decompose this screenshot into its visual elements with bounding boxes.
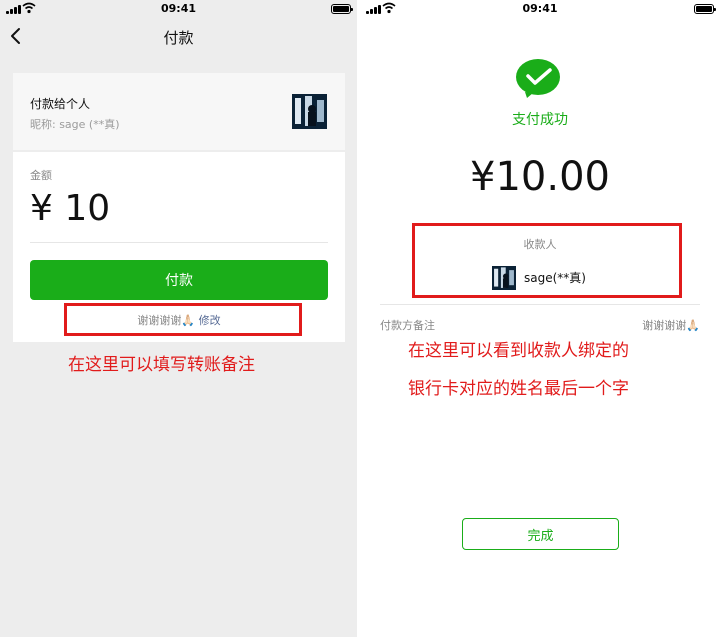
avatar [292,94,327,129]
paid-amount: ¥10.00 [470,154,610,200]
divider [30,242,328,243]
success-check-icon [516,59,560,98]
success-text: 支付成功 [512,112,568,128]
note-value: 谢谢谢谢🙏🏻 [642,319,700,332]
annotation-payee-line1: 在这里可以看到收款人绑定的 [408,341,629,361]
amount-input[interactable]: ¥ 10 [30,188,110,229]
payment-success-screen: 09:41 支付成功 ¥10.00 收款人 sage(**真) 付款方备注 谢谢… [360,0,720,637]
note-label: 付款方备注 [380,319,435,332]
pay-button[interactable]: 付款 [30,260,328,300]
annotation-payee-line2: 银行卡对应的姓名最后一个字 [408,379,629,399]
payee-label: 付款给个人 [30,97,91,111]
payee-nickname: 昵称: sage (**真) [30,118,120,131]
done-button[interactable]: 完成 [462,518,619,550]
page-title: 付款 [163,29,194,47]
battery-icon [694,4,716,14]
status-bar: 09:41 [360,0,720,18]
battery-icon [331,4,353,14]
divider [380,304,700,305]
payee-card: 付款给个人 昵称: sage (**真) [13,73,345,150]
status-bar: 09:41 [0,0,357,18]
status-time: 09:41 [160,2,196,15]
payee-highlight-box [412,223,682,298]
amount-label: 金额 [30,169,52,182]
status-time: 09:41 [522,2,558,15]
remark-highlight-box [64,303,302,336]
annotation-remark: 在这里可以填写转账备注 [68,355,255,375]
payment-screen: 09:41 付款 付款给个人 昵称: sage (**真) 金额 ¥ 10 付款… [0,0,357,637]
